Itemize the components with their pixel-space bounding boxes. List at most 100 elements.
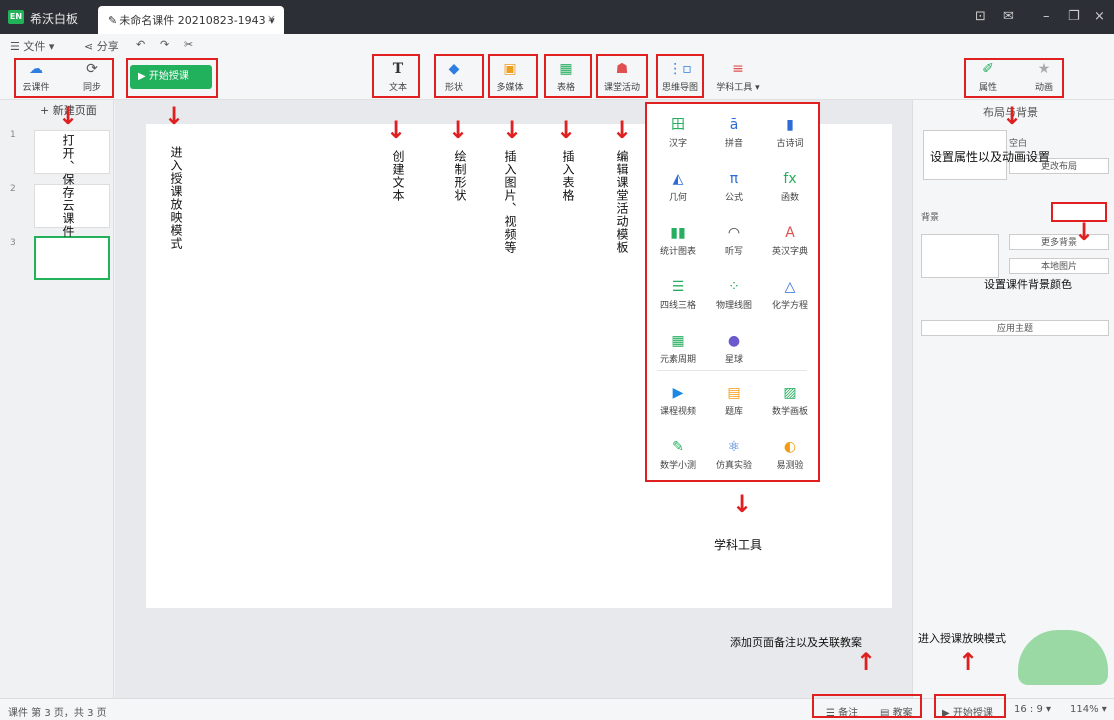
- subject-tool-icon: ◠: [727, 225, 741, 241]
- subject-tool-item[interactable]: ✎ 数学小测: [651, 438, 705, 471]
- subject-tool-icon: ◐: [783, 439, 797, 455]
- subject-tool-item[interactable]: ā 拼音: [707, 116, 761, 149]
- subject-tool-icon: ✎: [672, 439, 684, 455]
- title-bar: EN 希沃白板 ✎ 未命名课件 20210823-1943 ▾ × ⊡ ✉ – ❐…: [0, 0, 1114, 34]
- zoom-select[interactable]: 114% ▾: [1070, 704, 1107, 715]
- annotation-subject-tools: 学科工具: [714, 538, 763, 552]
- subject-tool-item[interactable]: ▨ 数学画板: [763, 384, 817, 417]
- annotation-arrow: ↓: [1002, 102, 1023, 130]
- annotation-arrow: ↓: [164, 102, 185, 130]
- annotation-arrow: ↑: [856, 648, 877, 676]
- menu-bar: ☰ 文件 ▾ ⋖ 分享 ↶ ↷ ✂: [0, 34, 1114, 56]
- annotation-arrow: ↓: [58, 102, 79, 130]
- subject-tool-item[interactable]: ◐ 易测验: [763, 438, 817, 471]
- minimize-icon[interactable]: –: [1043, 9, 1050, 24]
- subject-tool-icon: ▦: [671, 333, 685, 349]
- annotation-arrow: ↓: [1074, 218, 1095, 246]
- page-info: 课件 第 3 页，共 3 页: [8, 708, 107, 719]
- subject-tool-label: 星球: [724, 355, 743, 365]
- subject-tool-item[interactable]: ● 星球: [707, 332, 761, 365]
- annotation-arrow: ↓: [732, 490, 753, 518]
- subject-tool-item[interactable]: ▤ 题库: [707, 384, 761, 417]
- page-number: 3: [10, 238, 16, 248]
- subject-tool-label: 英汉字典: [771, 247, 808, 257]
- subject-tool-icon: π: [729, 171, 739, 187]
- annotation-box: [812, 694, 922, 718]
- subject-tool-label: 数学小测: [659, 461, 696, 471]
- subject-tool-label: 课程视频: [659, 407, 696, 417]
- subject-tool-icon: ●: [727, 333, 741, 349]
- annotation-draw-shape: 绘制形状: [453, 150, 467, 202]
- page-thumbnail-selected[interactable]: [34, 236, 110, 280]
- annotation-box: [934, 694, 1006, 718]
- subject-tool-item[interactable]: ◭ 几何: [651, 170, 705, 203]
- tab-close-icon[interactable]: ×: [267, 12, 276, 25]
- subject-tool-item[interactable]: A 英汉字典: [763, 224, 817, 257]
- annotation-arrow: ↓: [386, 116, 407, 144]
- page-number: 1: [10, 130, 16, 140]
- subject-tool-item[interactable]: ▮ 古诗词: [763, 116, 817, 149]
- subject-tool-item[interactable]: ▶ 课程视频: [651, 384, 705, 417]
- subject-tool-label: 四线三格: [659, 301, 696, 311]
- maximize-icon[interactable]: ❐: [1068, 9, 1080, 24]
- file-menu[interactable]: ☰ 文件 ▾: [10, 38, 54, 54]
- annotation-box: [596, 54, 648, 98]
- undo-icon[interactable]: ↶: [136, 38, 145, 51]
- annotation-open-save: 打开、保存云课件: [61, 134, 75, 238]
- subject-tool-item[interactable]: fx 函数: [763, 170, 817, 203]
- subject-tools-icon: ≡: [732, 61, 744, 77]
- annotation-notes-plan: 添加页面备注以及关联教案: [730, 636, 862, 649]
- edit-icon: ✎: [108, 14, 118, 27]
- share-button[interactable]: ⋖ 分享: [84, 38, 119, 54]
- subject-tool-item[interactable]: ⁘ 物理线图: [707, 278, 761, 311]
- share-icon: ⋖: [84, 40, 97, 53]
- subject-tool-item[interactable]: ▦ 元素周期: [651, 332, 705, 365]
- feedback-icon[interactable]: ⊡: [975, 9, 986, 24]
- subject-tool-label: 几何: [668, 193, 687, 203]
- apply-theme-button[interactable]: 应用主题: [921, 320, 1109, 336]
- annotation-arrow: ↓: [448, 116, 469, 144]
- subject-tool-item[interactable]: ☰ 四线三格: [651, 278, 705, 311]
- annotation-arrow: ↓: [502, 116, 523, 144]
- message-icon[interactable]: ✉: [1003, 9, 1014, 24]
- subject-tool-icon: 田: [671, 117, 685, 133]
- annotation-box: [126, 58, 218, 98]
- subject-tool-label: 题库: [724, 407, 743, 417]
- subject-tool-item[interactable]: ⚛ 仿真实验: [707, 438, 761, 471]
- subject-tool-label: 易测验: [776, 461, 804, 471]
- subject-tool-label: 函数: [780, 193, 799, 203]
- document-tab[interactable]: ✎ 未命名课件 20210823-1943 ▾ ×: [98, 6, 284, 34]
- redo-icon[interactable]: ↷: [160, 38, 169, 51]
- subject-tool-item[interactable]: △ 化学方程: [763, 278, 817, 311]
- app-logo: EN: [8, 10, 24, 24]
- cut-icon[interactable]: ✂: [184, 38, 193, 51]
- subject-tools-button[interactable]: ≡ 学科工具 ▾: [708, 60, 768, 96]
- local-image-button[interactable]: 本地图片: [1009, 258, 1109, 274]
- subject-tool-item[interactable]: π 公式: [707, 170, 761, 203]
- subject-tool-label: 仿真实验: [715, 461, 752, 471]
- annotation-box: [656, 54, 704, 98]
- properties-panel: 布局与背景 空白 更改布局 背景 更多背景 本地图片 应用主题: [912, 100, 1114, 698]
- subject-tool-icon: △: [784, 279, 796, 295]
- subject-tool-item[interactable]: ▮▮ 统计图表: [651, 224, 705, 257]
- subject-tool-item[interactable]: 田汉字: [651, 116, 705, 149]
- annotation-box: [964, 58, 1064, 98]
- subject-tool-label: 听写: [724, 247, 743, 257]
- app-name[interactable]: 希沃白板: [30, 10, 78, 27]
- subject-tool-icon: A: [785, 225, 795, 241]
- subject-tool-label: 元素周期: [659, 355, 696, 365]
- close-icon[interactable]: ×: [1094, 9, 1105, 24]
- annotation-box: [14, 58, 114, 98]
- annotation-create-text: 创建文本: [391, 150, 405, 202]
- aspect-ratio-select[interactable]: 16 : 9 ▾: [1014, 704, 1051, 715]
- annotation-enter-teaching: 进入授课放映模式: [169, 146, 183, 250]
- annotation-insert-media: 插入图片、视频等: [503, 150, 517, 254]
- annotation-arrow: ↓: [612, 116, 633, 144]
- subject-tool-label: 统计图表: [659, 247, 696, 257]
- subject-tool-item[interactable]: ◠ 听写: [707, 224, 761, 257]
- document-tab-title: 未命名课件 20210823-1943: [119, 14, 266, 27]
- panel-divider: [657, 370, 807, 371]
- page-number: 2: [10, 184, 16, 194]
- subject-tool-icon: ▮▮: [670, 225, 686, 241]
- subject-tool-icon: ▮: [786, 117, 794, 133]
